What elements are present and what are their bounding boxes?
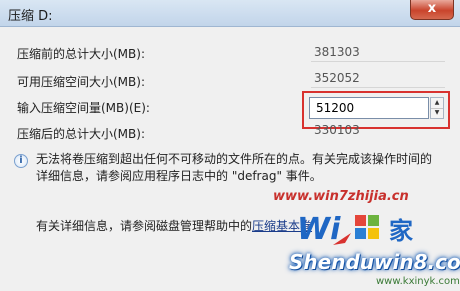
- help-prefix: 有关详细信息，请参阅磁盘管理帮助中的: [36, 219, 253, 233]
- watermark-site: Shenduwin8.com: [289, 250, 460, 274]
- window-title: 压缩 D:: [8, 9, 53, 24]
- title-bar: 压缩 D: x: [0, 0, 460, 27]
- shrink-amount-input[interactable]: [309, 97, 429, 119]
- total-size-before-value: 381303: [314, 45, 360, 59]
- info-icon: i: [14, 154, 28, 168]
- watermark-small-url: www.kxinyk.com: [376, 276, 460, 287]
- divider: [311, 61, 445, 62]
- available-shrink-space-value: 352052: [314, 71, 360, 85]
- shrink-amount-label: 输入压缩空间量(MB)(E):: [17, 101, 150, 115]
- shrink-amount-stepper[interactable]: ▲ ▼: [430, 97, 444, 119]
- spin-down-arrow-icon[interactable]: ▼: [431, 108, 443, 118]
- svg-text:Wi: Wi: [297, 212, 341, 247]
- windows-logo-watermark: Wi 家: [297, 212, 413, 247]
- total-size-before-label: 压缩前的总计大小(MB):: [17, 47, 145, 61]
- total-size-after-label: 压缩后的总计大小(MB):: [17, 127, 145, 141]
- divider: [311, 87, 445, 88]
- available-shrink-space-label: 可用压缩空间大小(MB):: [17, 75, 145, 89]
- svg-text:家: 家: [389, 217, 413, 245]
- close-button[interactable]: x: [410, 0, 454, 20]
- info-message: 无法将卷压缩到超出任何不可移动的文件所在的点。有关完成该操作时间的详细信息，请参…: [36, 152, 433, 183]
- watermark-url: www.win7zhijia.cn: [273, 189, 409, 204]
- total-size-after-value: 330103: [314, 123, 360, 137]
- help-text: 有关详细信息，请参阅磁盘管理帮助中的压缩基本卷: [36, 217, 312, 234]
